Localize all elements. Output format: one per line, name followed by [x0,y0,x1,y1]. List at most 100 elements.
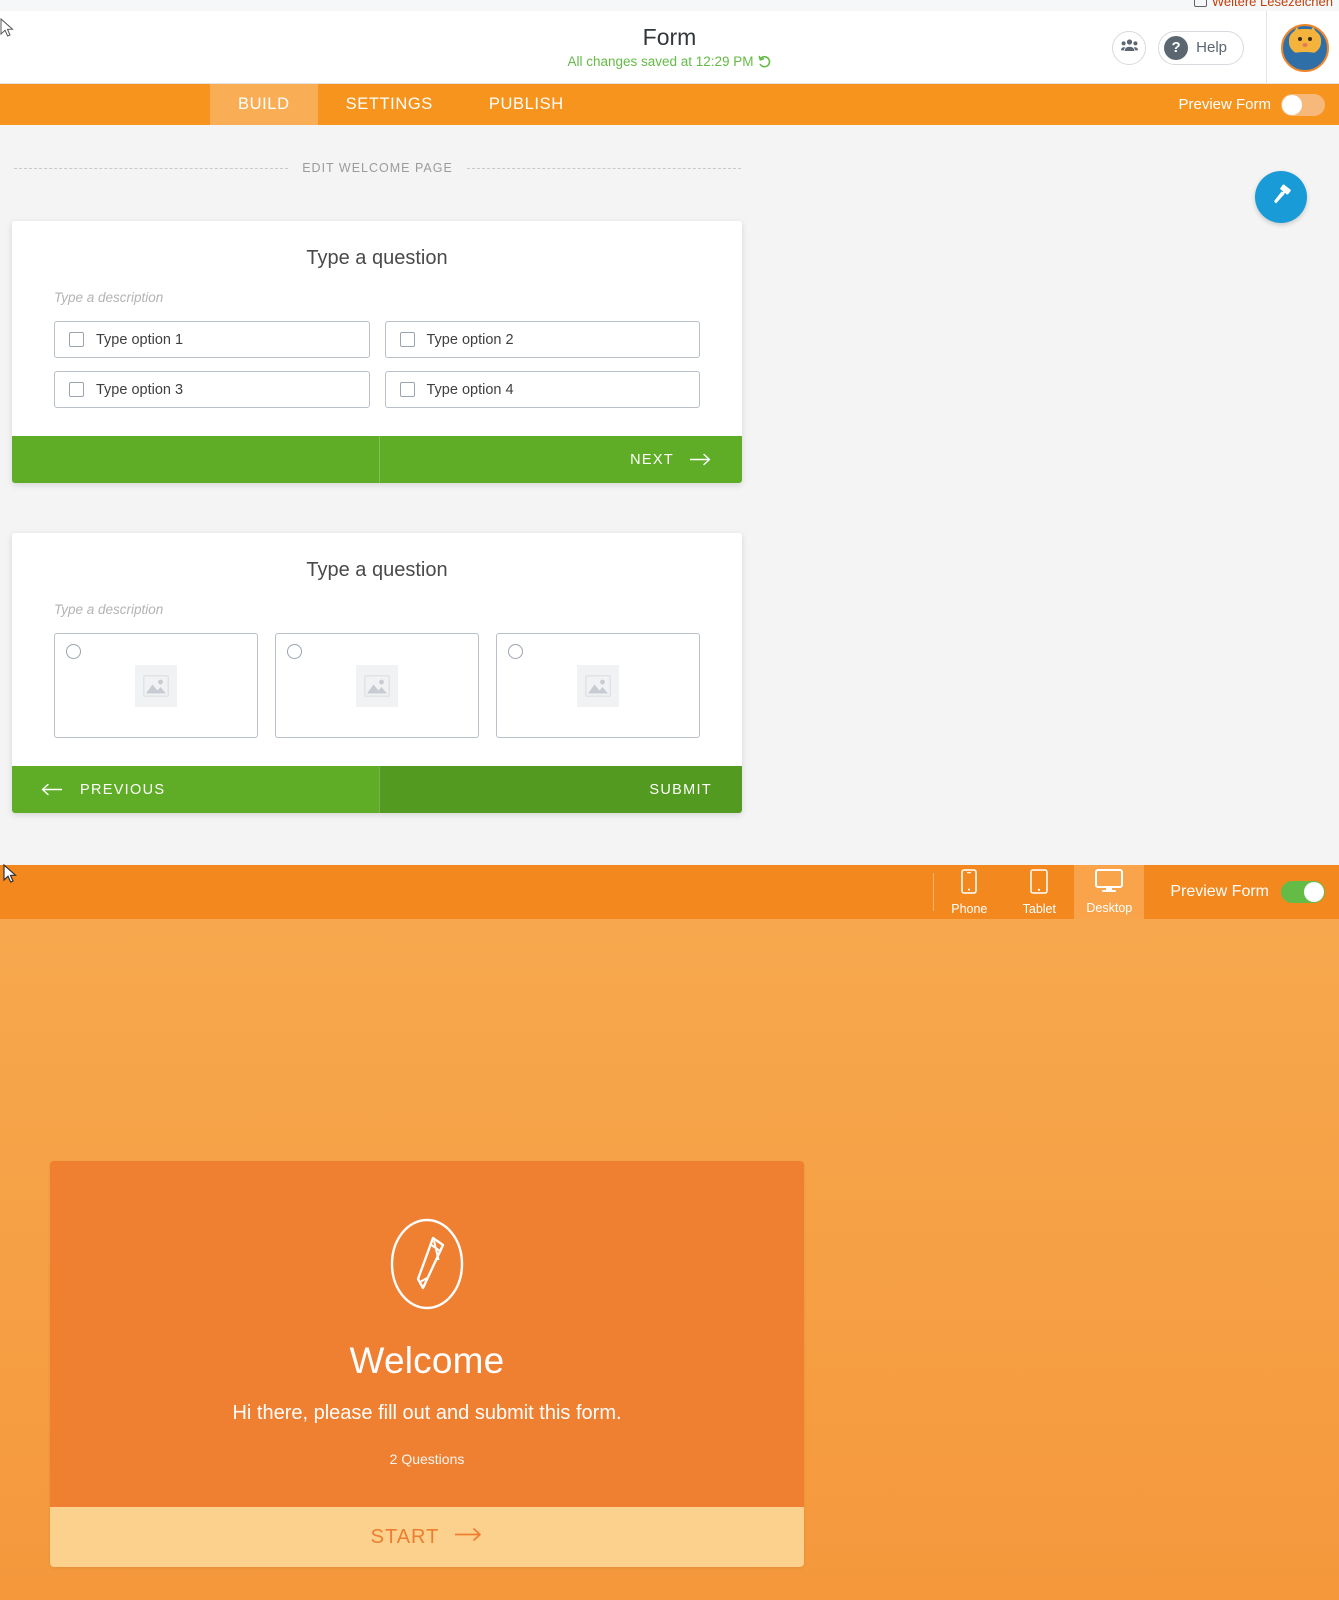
device-desktop-label: Desktop [1086,901,1133,915]
question-card[interactable]: Type a question Type a description PREVI… [12,533,742,813]
welcome-question-count: 2 Questions [389,1451,465,1467]
question-title[interactable]: Type a question [54,559,700,582]
device-phone-label: Phone [951,901,988,916]
collaborators-button[interactable] [1112,30,1147,65]
checkbox-icon[interactable] [399,382,415,397]
option-label[interactable]: Type option 2 [427,332,514,348]
tablet-icon [1030,868,1049,899]
question-mark-icon: ? [1164,35,1189,60]
question-card-body: Type a question Type a description [12,533,742,766]
radio-icon[interactable] [287,644,302,659]
checkbox-icon[interactable] [69,332,84,347]
previous-label: PREVIOUS [80,781,166,798]
other-bookmarks-item[interactable]: Weitere Lesezeichen [1193,0,1333,9]
device-desktop[interactable]: Desktop [1074,865,1145,919]
start-button[interactable]: START [50,1507,804,1567]
cat-body-icon [1283,51,1327,70]
radio-icon[interactable] [66,644,81,659]
cat-eye-left-icon [1298,36,1302,41]
image-placeholder-icon[interactable] [135,664,177,707]
paint-roller-icon [1268,182,1294,213]
devicebar-preview-label: Preview Form [1170,883,1269,900]
cat-nose-icon [1302,42,1308,47]
device-phone[interactable]: Phone [934,865,1004,919]
next-button[interactable]: NEXT [379,436,742,483]
option-label[interactable]: Type option 4 [427,382,514,398]
tab-publish[interactable]: PUBLISH [461,84,592,125]
edit-welcome-page-divider[interactable]: EDIT WELCOME PAGE [0,161,755,175]
header-divider [1266,11,1267,84]
question-title[interactable]: Type a question [54,247,700,270]
device-preview-bar: Phone Tablet Desktop Preview Form [0,865,1339,919]
image-option-item[interactable] [54,633,258,738]
arrow-left-icon [40,783,62,796]
form-preview-pane: Welcome Hi there, please fill out and su… [0,919,1339,1600]
arrow-right-icon [454,1527,483,1547]
form-builder-app: Weitere Lesezeichen Form All changes sav… [0,0,1339,1600]
navbar-preview-toggle[interactable] [1281,93,1325,116]
app-header: Form All changes saved at 12:29 PM ? Hel… [0,11,1339,84]
image-options-grid [54,633,700,738]
help-label: Help [1196,39,1227,56]
option-item[interactable]: Type option 4 [384,371,700,408]
help-button[interactable]: ? Help [1158,30,1244,65]
pencil-circle-icon [379,1216,475,1312]
footer-spacer [12,436,379,483]
divider-line-left [14,167,289,169]
device-tablet[interactable]: Tablet [1004,865,1074,919]
folder-icon [1193,0,1207,7]
welcome-card-content: Welcome Hi there, please fill out and su… [50,1161,804,1507]
tab-build[interactable]: BUILD [210,84,318,125]
image-option-item[interactable] [275,633,479,738]
welcome-heading: Welcome [349,1340,505,1381]
header-actions: ? Help [1112,11,1339,84]
question-card-footer: NEXT [12,436,742,483]
device-tablet-label: Tablet [1022,901,1056,916]
tab-settings[interactable]: SETTINGS [318,84,461,125]
theme-designer-button[interactable] [1255,171,1307,223]
welcome-subtitle: Hi there, please fill out and submit thi… [232,1402,622,1424]
image-option-item[interactable] [496,633,700,738]
other-bookmarks-label: Weitere Lesezeichen [1211,0,1333,9]
radio-icon[interactable] [508,644,523,659]
devicebar-preview-toggle[interactable] [1281,881,1325,903]
cat-eye-right-icon [1308,36,1312,41]
option-item[interactable]: Type option 3 [54,371,370,408]
main-navbar: BUILD SETTINGS PUBLISH Preview Form [0,84,1339,125]
question-card[interactable]: Type a question Type a description Type … [12,221,742,483]
image-placeholder-icon[interactable] [356,664,398,707]
question-card-body: Type a question Type a description Type … [12,221,742,436]
question-card-footer: PREVIOUS SUBMIT [12,766,742,813]
people-icon [1120,38,1138,57]
arrow-right-icon [690,453,712,466]
checkbox-icon[interactable] [399,332,415,347]
question-description[interactable]: Type a description [54,290,700,305]
navbar-preview-label: Preview Form [1178,96,1271,113]
option-label[interactable]: Type option 3 [96,382,183,398]
edit-welcome-page-label[interactable]: EDIT WELCOME PAGE [302,161,453,175]
browser-bookmark-strip: Weitere Lesezeichen [0,0,1339,11]
next-label: NEXT [630,451,674,468]
undo-icon[interactable] [758,55,772,69]
avatar[interactable] [1281,23,1329,72]
welcome-card: Welcome Hi there, please fill out and su… [50,1161,804,1567]
save-status-text: All changes saved at 12:29 PM [567,54,754,69]
options-grid: Type option 1 Type option 2 Type option … [54,321,700,408]
question-description[interactable]: Type a description [54,602,700,617]
submit-label: SUBMIT [649,781,712,798]
save-status: All changes saved at 12:29 PM [567,54,771,69]
toggle-knob [1304,882,1324,902]
nav-tabs: BUILD SETTINGS PUBLISH [210,84,592,125]
option-item[interactable]: Type option 2 [384,321,700,358]
image-placeholder-icon[interactable] [577,664,619,707]
checkbox-icon[interactable] [69,382,84,397]
desktop-icon [1095,869,1124,898]
option-item[interactable]: Type option 1 [54,321,370,358]
previous-button[interactable]: PREVIOUS [12,766,379,813]
devicebar-preview-control: Preview Form [1144,865,1339,919]
option-label[interactable]: Type option 1 [96,332,183,348]
submit-button[interactable]: SUBMIT [379,766,742,813]
phone-icon [961,868,978,899]
divider-line-right [466,167,741,169]
navbar-preview-control: Preview Form [1178,84,1339,125]
